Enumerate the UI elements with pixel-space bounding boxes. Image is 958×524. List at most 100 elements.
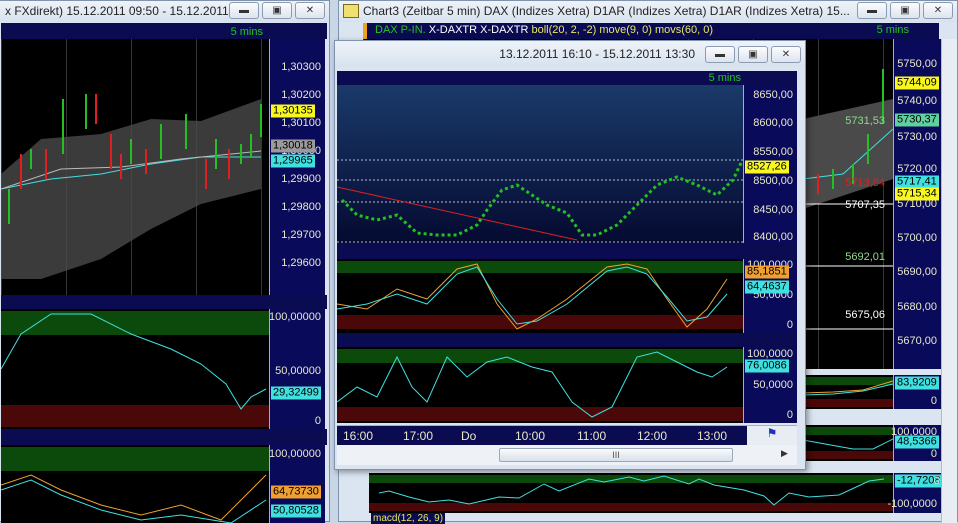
tick: 0	[786, 409, 793, 421]
time-label: 13:00	[697, 429, 728, 443]
scroll-right-arrow-icon[interactable]: ▶	[781, 448, 788, 459]
minimize-button[interactable]: ▬	[229, 2, 259, 19]
interval-label: 5 mins	[876, 24, 909, 36]
ind2-value-tag: 50,80528	[271, 504, 321, 518]
price-tick: 1,29900	[281, 173, 321, 185]
time-label: 12:00	[637, 429, 668, 443]
chart3-ind1-axis: 83,9209 0	[893, 375, 941, 409]
panel-separator	[1, 295, 327, 309]
chart3-legend: DAX P-IN. X-DAXTR X-DAXTR boll(20, 2, -2…	[363, 23, 939, 39]
price-tick: 5730,00	[897, 131, 937, 143]
middle-indicator-2[interactable]	[337, 347, 743, 423]
ind2-value-tag: 64,73730	[271, 485, 321, 499]
time-label: Do	[461, 429, 477, 443]
middle-ind2-axis: 100,0000 50,0000 0 76,0086	[743, 347, 797, 423]
price-tick: 5700,00	[897, 232, 937, 244]
middle-chart-header: 5 mins	[337, 71, 797, 85]
middle-ind1-axis: 100,0000 50,0000 0 85,1851 64,4637	[743, 259, 797, 333]
ind2-value-tag: 76,0086	[745, 359, 789, 373]
tick: 0	[930, 395, 937, 407]
price-tick: 5670,00	[897, 335, 937, 347]
interval-label: 5 mins	[708, 72, 741, 84]
minimize-button[interactable]: ▬	[857, 2, 887, 19]
level-label: 5692,01	[845, 251, 885, 263]
tick: 100,0000	[747, 348, 793, 360]
time-axis: 16:00 17:00 Do 10:00 11:00 12:00 13:00 ⚑	[337, 425, 797, 446]
ind1-value-tag: 85,1851	[745, 265, 789, 279]
left-indicator-1[interactable]	[1, 309, 269, 429]
legend-name: X-DAXTR X-DAXTR	[428, 24, 529, 36]
vertical-scrollbar[interactable]	[941, 39, 957, 523]
legend-symbol: DAX P-IN.	[375, 24, 426, 36]
mid-price-tag: 1,30018	[271, 139, 315, 153]
price-tick: 1,29800	[281, 201, 321, 213]
price-tick: 8400,00	[753, 231, 793, 243]
left-ind2-axis: 100,00000 0 64,73730 50,80528	[269, 445, 325, 523]
ind1-value-tag: 64,4637	[745, 280, 789, 294]
upper-band-tag: 5730,37	[895, 113, 939, 127]
middle-price-plot[interactable]	[337, 85, 743, 243]
chart3-macd-axis: -12,7208 0 -100,0000	[887, 473, 943, 513]
price-tick: 1,29600	[281, 257, 321, 269]
left-price-plot[interactable]	[1, 39, 269, 295]
left-price-axis: 1,30300 1,30200 1,30100 1,30000 1,29900 …	[269, 39, 325, 295]
price-tick: 1,29700	[281, 229, 321, 241]
price-tick: 1,30100	[281, 117, 321, 129]
lower-tag: 5715,34	[895, 187, 939, 201]
interval-label: 5 mins	[230, 26, 263, 38]
panel-separator	[1, 429, 327, 445]
chart-app-icon	[343, 4, 359, 18]
price-tick: 1,30200	[281, 89, 321, 101]
middle-price-axis: 8650,00 8600,00 8550,00 8500,00 8450,00 …	[743, 85, 797, 243]
price-tick: 1,30300	[281, 61, 321, 73]
minimize-button[interactable]: ▬	[705, 46, 735, 63]
horizontal-scrollbar[interactable]: III ▶	[337, 445, 797, 465]
close-button[interactable]: ✕	[295, 2, 325, 19]
chart3-macd-panel[interactable]	[369, 473, 893, 513]
level-label: 5707,35	[845, 199, 885, 211]
tick: 0	[314, 415, 321, 427]
time-label: 10:00	[515, 429, 546, 443]
maximize-button[interactable]: ▣	[262, 2, 292, 19]
price-tick: 5750,00	[897, 58, 937, 70]
panel-separator	[337, 243, 797, 259]
middle-indicator-1[interactable]	[337, 259, 743, 333]
tick: -100,0000	[887, 498, 937, 510]
tick: 100,00000	[269, 311, 321, 323]
macd-label: macd(12, 26, 9)	[371, 513, 446, 524]
price-tick: 8550,00	[753, 146, 793, 158]
left-indicator-2[interactable]	[1, 445, 269, 523]
ind1-value-tag: 29,32499	[271, 386, 321, 400]
tick: 0	[786, 319, 793, 331]
price-tick: 8450,00	[753, 204, 793, 216]
price-tick: 5720,00	[897, 163, 937, 175]
left-chart-header: 5 mins	[1, 23, 327, 39]
ind2-value-tag: 48,5366	[895, 435, 939, 449]
close-button[interactable]: ✕	[923, 2, 953, 19]
legend-studies: boll(20, 2, -2) move(9, 0) movs(60, 0)	[531, 24, 714, 36]
tick: 50,0000	[753, 379, 793, 391]
level-label: 5731,53	[845, 115, 885, 127]
tick: 50,00000	[275, 365, 321, 377]
ma-price-tag: 1,29965	[271, 154, 315, 168]
chart3-ind2-axis: 100,0000 48,5366 0	[891, 425, 941, 461]
maximize-button[interactable]: ▣	[738, 46, 768, 63]
scrollbar-thumb[interactable]: III	[499, 448, 733, 462]
time-label: 16:00	[343, 429, 374, 443]
price-tick: 8600,00	[753, 117, 793, 129]
level-label: 5713,84	[845, 177, 885, 189]
left-chart-window: x FXdirekt) 15.12.2011 09:50 - 15.12.201…	[0, 0, 330, 523]
close-button[interactable]: ✕	[771, 46, 801, 63]
ind1-value-tag: 83,9209	[895, 376, 939, 390]
tick: 100,00000	[269, 448, 321, 460]
last-price-tag: 5744,09	[895, 76, 939, 90]
price-tick: 5690,00	[897, 266, 937, 278]
maximize-button[interactable]: ▣	[890, 2, 920, 19]
price-tick: 8500,00	[753, 175, 793, 187]
time-label: 11:00	[577, 429, 607, 443]
panel-separator	[337, 333, 797, 347]
price-tick: 5740,00	[897, 95, 937, 107]
left-ind1-axis: 100,00000 50,00000 0 29,32499	[269, 309, 325, 429]
level-label: 5675,06	[845, 309, 885, 321]
flag-icon[interactable]: ⚑	[747, 426, 797, 446]
